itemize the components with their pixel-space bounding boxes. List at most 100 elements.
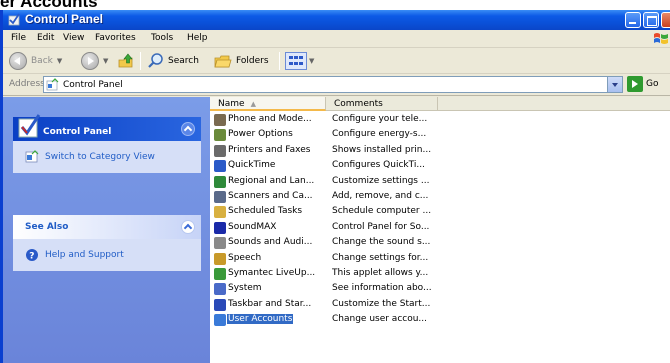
list-item-comment: Configures QuickTi... <box>332 160 425 171</box>
address-label: Address <box>9 79 45 89</box>
quicktime-icon <box>214 160 226 173</box>
address-field[interactable]: Control Panel <box>43 76 623 93</box>
list-item[interactable]: SoundMAX Control Panel for So... <box>210 221 670 236</box>
list-item[interactable]: QuickTime Configures QuickTi... <box>210 159 670 174</box>
list-item-name: SoundMAX <box>228 221 277 232</box>
list-item-name: Sounds and Audi... <box>228 237 313 248</box>
views-button[interactable]: ▼ <box>285 50 314 72</box>
list-item[interactable]: User Accounts Change user accou... <box>210 313 670 328</box>
list-item-comment: Shows installed prin... <box>332 144 432 155</box>
list-item-name: QuickTime <box>228 160 276 171</box>
maximize-button[interactable] <box>643 12 659 28</box>
forward-button[interactable]: ▼ <box>81 50 108 72</box>
switch-to-category-view-label: Switch to Category View <box>45 152 155 162</box>
column-header-name-label: Name <box>218 99 245 109</box>
collapse-chevron-icon[interactable] <box>181 220 195 234</box>
symantec-icon <box>214 267 226 280</box>
list-item[interactable]: Scheduled Tasks Schedule computer ... <box>210 205 670 220</box>
dropdown-arrow-icon: ▼ <box>56 57 63 65</box>
list-item[interactable]: System See information abo... <box>210 282 670 297</box>
scheduled-tasks-icon <box>214 206 226 219</box>
menu-view[interactable]: View <box>63 33 84 43</box>
list-item-comment: Change settings for... <box>332 252 429 263</box>
title-bar[interactable]: Control Panel <box>3 10 670 30</box>
taskbar-icon <box>214 298 226 311</box>
list-item-name: Printers and Faxes <box>228 144 311 155</box>
address-bar: Address Control Panel Go <box>3 74 670 96</box>
collapse-chevron-icon[interactable] <box>181 122 195 136</box>
window-title: Control Panel <box>25 12 104 26</box>
soundmax-icon <box>214 221 226 234</box>
folders-button[interactable]: Folders <box>213 50 269 72</box>
scanner-camera-icon <box>214 190 226 203</box>
back-label: Back <box>31 56 53 66</box>
menu-edit[interactable]: Edit <box>37 33 54 43</box>
list-item[interactable]: Symantec LiveUp... This applet allows y..… <box>210 267 670 282</box>
control-panel-window: Control Panel File Edit View Favorites T… <box>0 10 670 363</box>
control-panel-icon <box>46 78 59 91</box>
search-icon <box>148 53 163 68</box>
list-item-name: Speech <box>228 252 262 263</box>
see-also-section-title: See Also <box>25 222 69 232</box>
up-folder-button[interactable] <box>117 50 135 72</box>
speaker-icon <box>214 237 226 250</box>
back-button[interactable]: Back ▼ <box>9 50 62 72</box>
list-item-name: Scheduled Tasks <box>228 206 303 217</box>
help-and-support-label: Help and Support <box>45 250 124 260</box>
column-header-comments-label: Comments <box>334 99 383 109</box>
help-and-support-link[interactable]: ? Help and Support <box>25 247 191 263</box>
list-item[interactable]: Speech Change settings for... <box>210 252 670 267</box>
search-button[interactable]: Search <box>147 50 199 72</box>
list-item[interactable]: Scanners and Ca... Add, remove, and c... <box>210 190 670 205</box>
printer-icon <box>214 144 226 157</box>
minimize-button[interactable] <box>625 12 641 28</box>
help-icon: ? <box>26 249 38 262</box>
column-header-comments[interactable]: Comments <box>326 97 438 111</box>
list-item-name: Regional and Lan... <box>228 175 315 186</box>
views-icon <box>285 52 307 70</box>
go-arrow-icon <box>627 76 643 92</box>
search-label: Search <box>168 56 199 66</box>
toolbar-separator <box>140 52 141 70</box>
list-item[interactable]: Regional and Lan... Customize settings ..… <box>210 175 670 190</box>
address-value: Control Panel <box>63 79 123 90</box>
see-also-section: See Also ? Help and Support <box>13 215 201 271</box>
control-panel-icon <box>8 13 20 26</box>
page-heading: er Accounts <box>0 0 98 11</box>
address-dropdown-button[interactable] <box>607 77 622 92</box>
sort-ascending-icon: ▲ <box>250 100 256 108</box>
column-header-row: Name ▲ Comments <box>210 97 670 111</box>
column-header-name[interactable]: Name ▲ <box>210 97 326 111</box>
list-item[interactable]: Power Options Configure energy-s... <box>210 128 670 143</box>
close-button[interactable] <box>661 12 670 28</box>
list-item[interactable]: Sounds and Audi... Change the sound s... <box>210 236 670 251</box>
menu-favorites[interactable]: Favorites <box>95 33 136 43</box>
list-item-name: Taskbar and Star... <box>228 298 312 309</box>
list-item[interactable]: Phone and Mode... Configure your tele... <box>210 113 670 128</box>
category-view-icon <box>25 150 39 163</box>
menu-tools[interactable]: Tools <box>151 33 173 43</box>
toolbar-separator <box>279 52 280 70</box>
list-item[interactable]: Printers and Faxes Shows installed prin..… <box>210 144 670 159</box>
list-item-comment: This applet allows y... <box>332 267 429 278</box>
task-pane: Control Panel Switch to Category View Se… <box>3 97 210 363</box>
standard-toolbar: Back ▼ ▼ Search Folders ▼ <box>3 48 670 74</box>
control-panel-section-title: Control Panel <box>43 127 112 137</box>
up-folder-icon <box>118 53 133 68</box>
menu-help[interactable]: Help <box>187 33 208 43</box>
switch-to-category-view-link[interactable]: Switch to Category View <box>25 149 191 165</box>
speech-icon <box>214 252 226 265</box>
list-item-comment: Configure your tele... <box>332 114 428 124</box>
svg-text:?: ? <box>29 252 34 262</box>
go-label: Go <box>646 79 659 89</box>
control-panel-section-header[interactable]: Control Panel <box>13 114 201 141</box>
list-item[interactable]: Taskbar and Star... Customize the Start..… <box>210 298 670 313</box>
list-item-comment: Customize the Start... <box>332 298 431 309</box>
go-button[interactable]: Go <box>627 76 658 92</box>
menu-file[interactable]: File <box>11 33 26 43</box>
list-item-name: Symantec LiveUp... <box>228 267 316 278</box>
see-also-section-header[interactable]: See Also <box>13 215 201 239</box>
list-item-name: Power Options <box>228 129 293 140</box>
forward-arrow-icon <box>81 52 99 70</box>
back-arrow-icon <box>9 52 27 70</box>
